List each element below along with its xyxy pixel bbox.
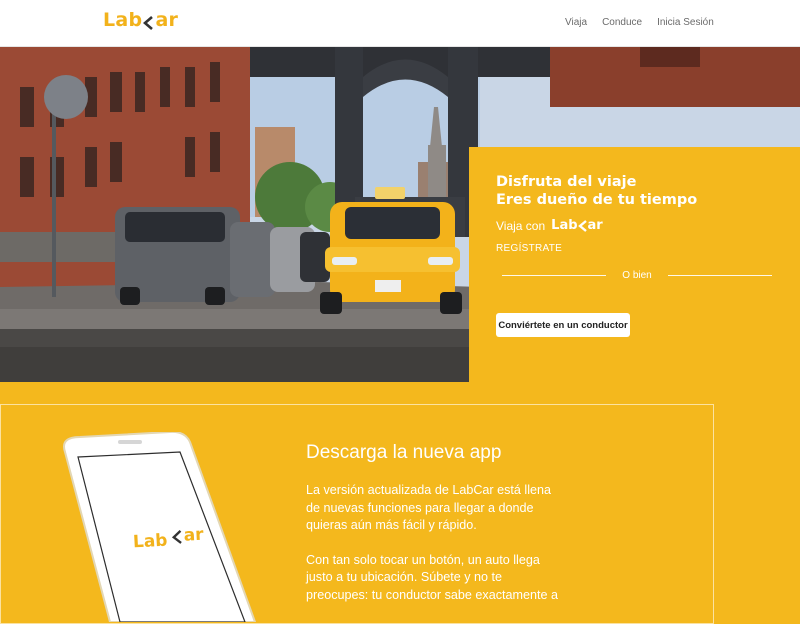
- hero-title-line2: Eres dueño de tu tiempo: [496, 192, 698, 208]
- chevron-left-icon: [143, 13, 154, 30]
- ride-brand-left: Lab: [551, 218, 578, 233]
- nav-link-conduce[interactable]: Conduce: [602, 17, 642, 28]
- app-download-section: Lab ar Descarga la nueva app La versión …: [0, 382, 800, 624]
- or-text: O bien: [622, 270, 652, 281]
- divider-line-left: [502, 275, 607, 276]
- ride-with-row: Viaja con Lab ar: [496, 218, 603, 233]
- become-driver-button[interactable]: Conviértete en un conductor: [496, 313, 630, 337]
- phone-mockup-image: Lab ar: [63, 432, 257, 622]
- chevron-left-icon: [577, 219, 587, 232]
- app-section-title: Descarga la nueva app: [306, 442, 502, 463]
- signup-card: Disfruta del viaje Eres dueño de tu tiem…: [469, 147, 800, 382]
- ride-prefix: Viaja con: [496, 218, 546, 233]
- hero-section: Disfruta del viaje Eres dueño de tu tiem…: [0, 47, 800, 382]
- ride-brand-logo: Lab ar: [551, 218, 603, 233]
- main-nav: Viaja Conduce Inicia Sesión: [565, 17, 729, 28]
- ride-brand-right: ar: [587, 218, 603, 233]
- hero-title-line1: Disfruta del viaje: [496, 174, 637, 190]
- logo-text-right: ar: [155, 9, 179, 31]
- nav-link-viaja[interactable]: Viaja: [565, 17, 587, 28]
- app-paragraph-1: La versión actualizada de LabCar está ll…: [306, 483, 552, 532]
- logo-text-left: Lab: [103, 9, 143, 31]
- or-divider: O bien: [502, 270, 772, 281]
- brand-logo[interactable]: Lab ar: [103, 9, 178, 31]
- svg-text:Lab: Lab: [132, 531, 167, 553]
- divider-line-right: [667, 275, 772, 276]
- app-section-body: La versión actualizada de LabCar está ll…: [306, 482, 566, 621]
- svg-text:ar: ar: [183, 525, 204, 546]
- nav-link-inicia-sesion[interactable]: Inicia Sesión: [657, 17, 714, 28]
- navbar: Lab ar Viaja Conduce Inicia Sesión: [0, 0, 800, 47]
- hero-title: Disfruta del viaje Eres dueño de tu tiem…: [496, 173, 697, 209]
- register-link[interactable]: REGÍSTRATE: [496, 243, 562, 254]
- app-paragraph-2: Con tan solo tocar un botón, un auto lle…: [306, 552, 559, 602]
